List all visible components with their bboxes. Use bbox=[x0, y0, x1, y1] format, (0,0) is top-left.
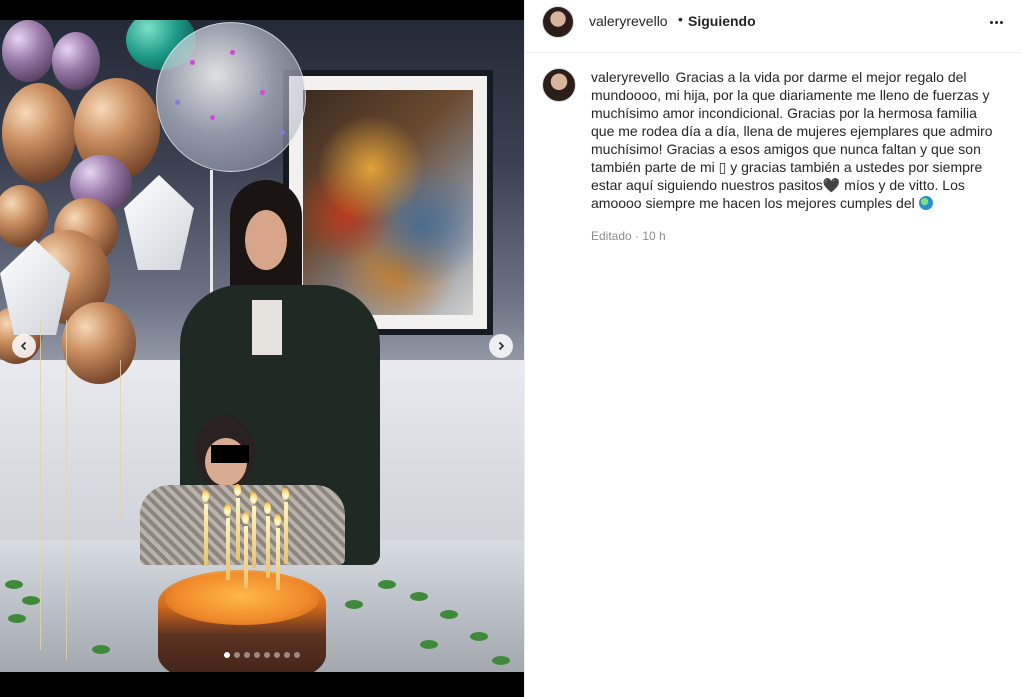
balloon bbox=[52, 32, 100, 90]
more-options-icon bbox=[989, 20, 993, 24]
post-timestamp[interactable]: Editado · 10 h bbox=[591, 229, 666, 243]
carousel-next-button[interactable] bbox=[489, 334, 513, 358]
caption-avatar[interactable] bbox=[542, 68, 576, 102]
candle bbox=[284, 502, 288, 564]
post-photo bbox=[0, 20, 524, 672]
carousel-dot bbox=[234, 652, 240, 658]
post-header: valeryrevello • Siguiendo bbox=[525, 0, 1021, 53]
candle bbox=[252, 506, 256, 568]
censor-bar bbox=[211, 445, 249, 463]
plant-leaf bbox=[345, 600, 363, 609]
carousel-indicator bbox=[0, 652, 524, 658]
separator-dot: • bbox=[678, 11, 683, 27]
carousel-dot bbox=[224, 652, 230, 658]
candle bbox=[266, 516, 270, 578]
caption-username-link[interactable]: valeryrevello bbox=[591, 69, 670, 85]
more-options-button[interactable] bbox=[986, 12, 1006, 32]
carousel-dot bbox=[294, 652, 300, 658]
confetti-balloon bbox=[156, 22, 306, 172]
candle bbox=[204, 504, 208, 566]
carousel-dot bbox=[254, 652, 260, 658]
candle bbox=[276, 528, 280, 590]
balloon bbox=[2, 83, 76, 183]
chevron-left-icon bbox=[20, 341, 27, 351]
post-media bbox=[0, 0, 524, 697]
post-dialog: valeryrevello • Siguiendo valeryrevello … bbox=[0, 0, 1021, 697]
candle bbox=[244, 526, 248, 588]
caption-text: Gracias a la vida por darme el mejor reg… bbox=[591, 69, 993, 211]
globe-emoji-icon bbox=[918, 196, 933, 210]
carousel-dot bbox=[284, 652, 290, 658]
carousel-prev-button[interactable] bbox=[12, 334, 36, 358]
username-link[interactable]: valeryrevello bbox=[589, 13, 668, 29]
carousel-dot bbox=[274, 652, 280, 658]
carousel-dot bbox=[264, 652, 270, 658]
plant-leaf bbox=[5, 580, 23, 589]
balloon bbox=[62, 302, 136, 384]
post-details-panel: valeryrevello • Siguiendo valeryrevello … bbox=[524, 0, 1021, 697]
avatar[interactable] bbox=[542, 6, 574, 38]
chevron-right-icon bbox=[498, 341, 505, 351]
following-button[interactable]: Siguiendo bbox=[688, 13, 756, 29]
carousel-dot bbox=[244, 652, 250, 658]
candle bbox=[226, 518, 230, 580]
balloon bbox=[2, 20, 54, 82]
candle bbox=[236, 498, 240, 560]
post-caption: valeryrevello Gracias a la vida por darm… bbox=[591, 68, 1001, 212]
